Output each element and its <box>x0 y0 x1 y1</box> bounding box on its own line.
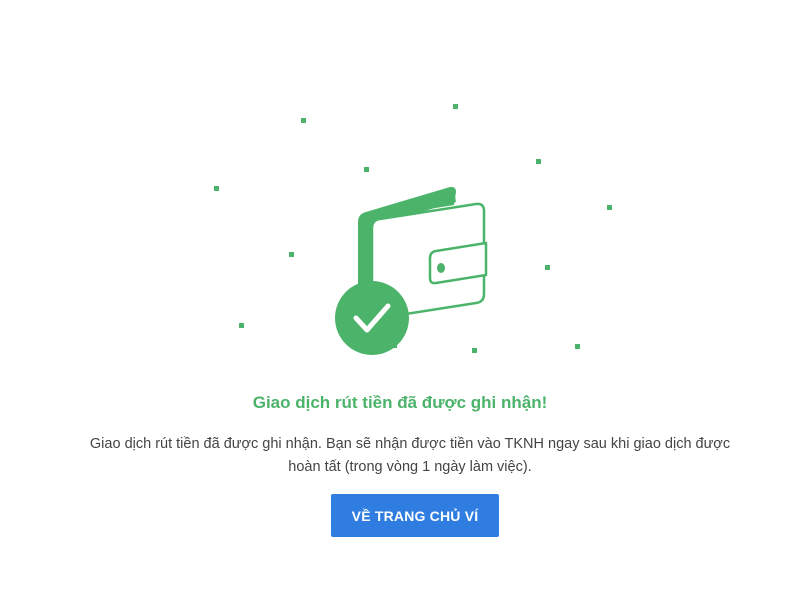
withdrawal-success-page: Giao dịch rút tiền đã được ghi nhận! Gia… <box>0 0 800 596</box>
success-title: Giao dịch rút tiền đã được ghi nhận! <box>252 393 548 412</box>
checkmark-badge <box>335 281 409 355</box>
success-message: Giao dịch rút tiền đã được ghi nhận. Bạn… <box>89 436 731 475</box>
wallet-success-illustration <box>214 104 612 355</box>
back-to-wallet-home-button[interactable]: VỀ TRANG CHỦ VÍ <box>331 494 499 537</box>
